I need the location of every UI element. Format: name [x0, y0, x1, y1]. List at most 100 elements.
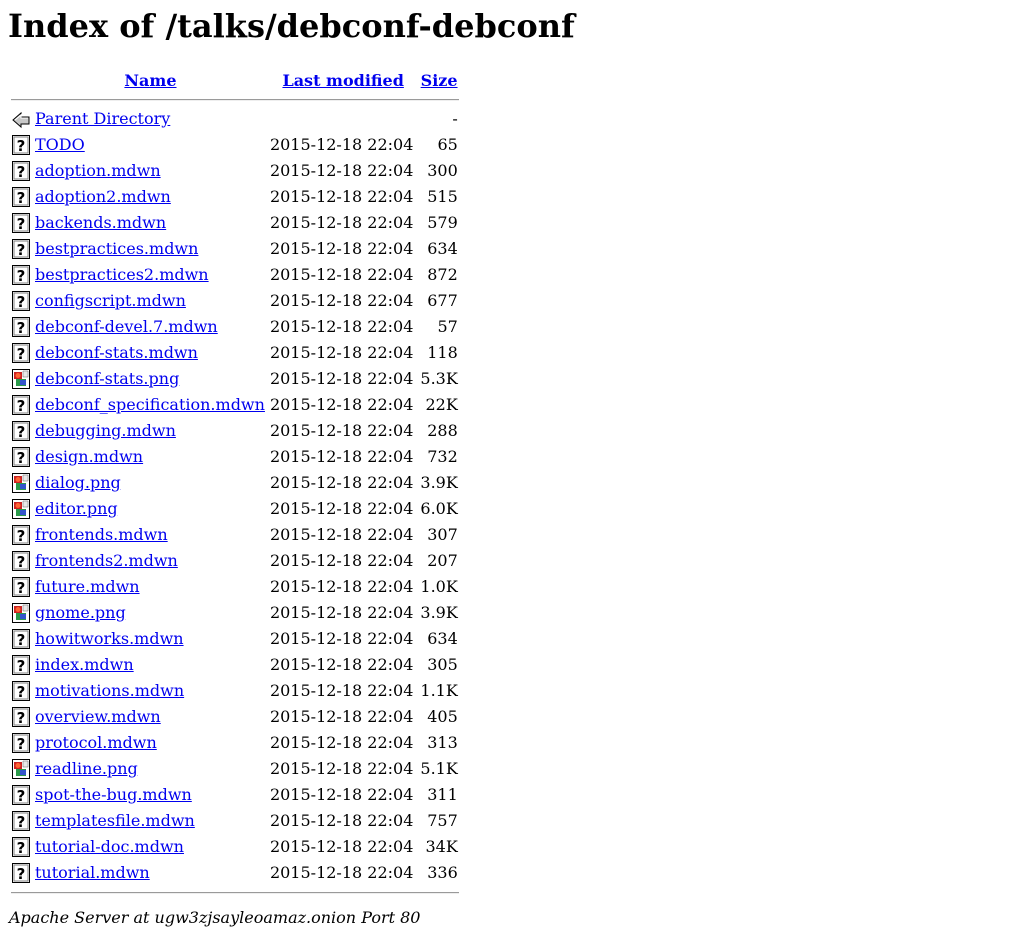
last-modified: 2015-12-18 22:04 [269, 343, 414, 362]
file-size: 1.1K [420, 681, 458, 700]
svg-text:?: ? [17, 163, 26, 181]
sort-by-last-modified-link[interactable]: Last modified [282, 71, 403, 90]
last-modified: 2015-12-18 22:04 [269, 499, 414, 518]
svg-text:?: ? [17, 553, 26, 571]
file-size: 57 [437, 317, 458, 336]
file-row: ? design.mdwn 2015-12-18 22:04 732 [11, 445, 459, 469]
last-modified: 2015-12-18 22:04 [269, 603, 414, 622]
unknown-file-icon: ? [12, 785, 30, 805]
file-link[interactable]: readline.png [35, 759, 138, 778]
file-size: 336 [427, 863, 458, 882]
file-link[interactable]: debconf_specification.mdwn [35, 395, 265, 414]
file-link[interactable]: gnome.png [35, 603, 126, 622]
file-size: 311 [427, 785, 458, 804]
svg-text:?: ? [17, 787, 26, 805]
file-link[interactable]: adoption.mdwn [35, 161, 161, 180]
unknown-file-icon: ? [12, 447, 30, 467]
file-link[interactable]: howitworks.mdwn [35, 629, 184, 648]
file-link[interactable]: spot-the-bug.mdwn [35, 785, 192, 804]
svg-text:?: ? [17, 345, 26, 363]
file-link[interactable]: motivations.mdwn [35, 681, 184, 700]
file-row: readline.png 2015-12-18 22:04 5.1K [11, 757, 459, 781]
unknown-file-icon: ? [12, 681, 30, 701]
unknown-file-icon: ? [12, 733, 30, 753]
sort-by-size-link[interactable]: Size [421, 71, 458, 90]
directory-listing: Name Last modified Size Parent Directory… [9, 67, 461, 900]
sort-by-name-link[interactable]: Name [124, 71, 176, 90]
file-size: 22K [425, 395, 458, 414]
file-link[interactable]: templatesfile.mdwn [35, 811, 195, 830]
file-link[interactable]: tutorial-doc.mdwn [35, 837, 184, 856]
unknown-file-icon: ? [12, 837, 30, 857]
file-link[interactable]: frontends.mdwn [35, 525, 168, 544]
file-link[interactable]: index.mdwn [35, 655, 134, 674]
footer-divider [11, 892, 459, 894]
last-modified: 2015-12-18 22:04 [269, 733, 414, 752]
icon-column-header [11, 69, 32, 92]
unknown-file-icon: ? [12, 343, 30, 363]
parent-directory-link[interactable]: Parent Directory [35, 109, 170, 128]
file-link[interactable]: dialog.png [35, 473, 121, 492]
file-link[interactable]: editor.png [35, 499, 118, 518]
file-row: ? debugging.mdwn 2015-12-18 22:04 288 [11, 419, 459, 443]
svg-text:?: ? [17, 865, 26, 883]
file-row: ? spot-the-bug.mdwn 2015-12-18 22:04 311 [11, 783, 459, 807]
image-file-icon [12, 603, 30, 623]
image-file-icon [12, 499, 30, 519]
unknown-file-icon: ? [12, 239, 30, 259]
file-link[interactable]: configscript.mdwn [35, 291, 186, 310]
file-link[interactable]: frontends2.mdwn [35, 551, 178, 570]
unknown-file-icon: ? [12, 551, 30, 571]
unknown-file-icon: ? [12, 863, 30, 883]
last-modified: 2015-12-18 22:04 [269, 655, 414, 674]
svg-text:?: ? [17, 137, 26, 155]
file-row: ? motivations.mdwn 2015-12-18 22:04 1.1K [11, 679, 459, 703]
last-modified: 2015-12-18 22:04 [269, 473, 414, 492]
unknown-file-icon: ? [12, 135, 30, 155]
file-size: 634 [427, 239, 458, 258]
svg-text:?: ? [17, 423, 26, 441]
file-link[interactable]: debugging.mdwn [35, 421, 176, 440]
unknown-file-icon: ? [12, 161, 30, 181]
file-row: ? index.mdwn 2015-12-18 22:04 305 [11, 653, 459, 677]
file-link[interactable]: TODO [35, 135, 85, 154]
last-modified: 2015-12-18 22:04 [269, 681, 414, 700]
svg-text:?: ? [17, 267, 26, 285]
page-title: Index of /talks/debconf-debconf [8, 7, 575, 45]
file-size: 313 [427, 733, 458, 752]
file-row: ? debconf-stats.mdwn 2015-12-18 22:04 118 [11, 341, 459, 365]
svg-text:?: ? [17, 527, 26, 545]
unknown-file-icon: ? [12, 811, 30, 831]
file-link[interactable]: design.mdwn [35, 447, 143, 466]
file-link[interactable]: bestpractices2.mdwn [35, 265, 209, 284]
file-row: ? debconf_specification.mdwn 2015-12-18 22… [11, 393, 459, 417]
file-row: ? protocol.mdwn 2015-12-18 22:04 313 [11, 731, 459, 755]
file-link[interactable]: protocol.mdwn [35, 733, 157, 752]
file-size: 300 [427, 161, 458, 180]
file-link[interactable]: bestpractices.mdwn [35, 239, 198, 258]
file-link[interactable]: debconf-stats.mdwn [35, 343, 198, 362]
last-modified: 2015-12-18 22:04 [269, 785, 414, 804]
file-link[interactable]: backends.mdwn [35, 213, 166, 232]
file-link[interactable]: adoption2.mdwn [35, 187, 171, 206]
last-modified: 2015-12-18 22:04 [269, 395, 414, 414]
file-row: ? debconf-devel.7.mdwn 2015-12-18 22:04 57 [11, 315, 459, 339]
file-row: ? tutorial.mdwn 2015-12-18 22:04 336 [11, 861, 459, 885]
file-link[interactable]: overview.mdwn [35, 707, 161, 726]
file-link[interactable]: future.mdwn [35, 577, 140, 596]
file-row: ? tutorial-doc.mdwn 2015-12-18 22:04 34K [11, 835, 459, 859]
file-row: ? frontends.mdwn 2015-12-18 22:04 307 [11, 523, 459, 547]
parent-directory-row: Parent Directory - [11, 107, 459, 131]
file-size: 872 [427, 265, 458, 284]
unknown-file-icon: ? [12, 395, 30, 415]
file-size: 6.0K [420, 499, 458, 518]
file-link[interactable]: tutorial.mdwn [35, 863, 150, 882]
svg-text:?: ? [17, 215, 26, 233]
file-row: ? overview.mdwn 2015-12-18 22:04 405 [11, 705, 459, 729]
file-link[interactable]: debconf-devel.7.mdwn [35, 317, 218, 336]
file-size: 3.9K [420, 603, 458, 622]
svg-text:?: ? [17, 657, 26, 675]
file-link[interactable]: debconf-stats.png [35, 369, 179, 388]
svg-text:?: ? [17, 579, 26, 597]
unknown-file-icon: ? [12, 629, 30, 649]
